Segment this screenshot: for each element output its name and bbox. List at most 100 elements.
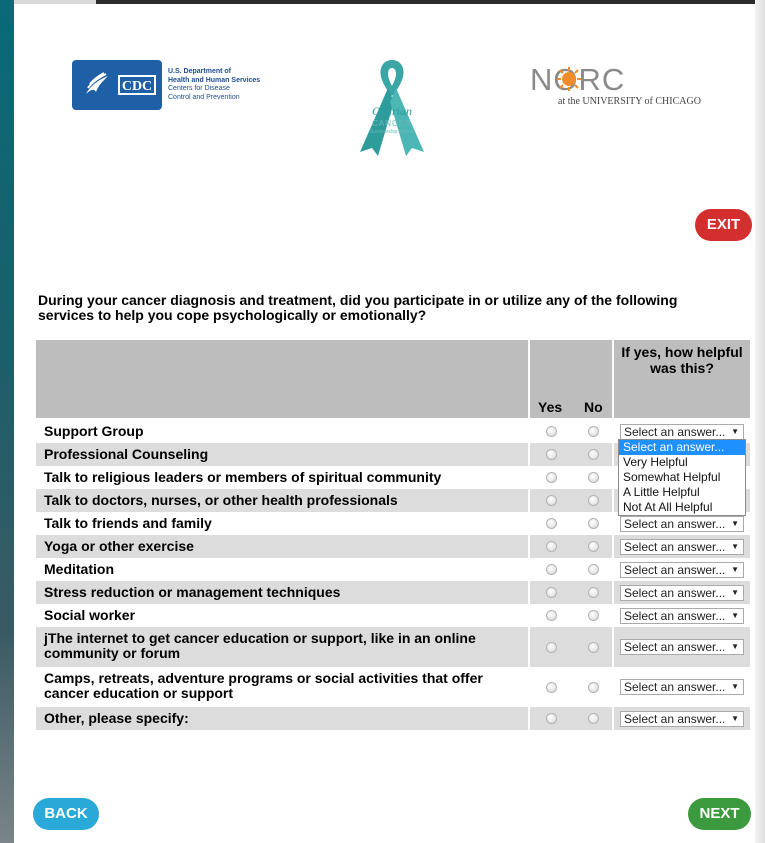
service-label: Other, please specify:	[44, 710, 189, 726]
service-cell: Talk to religious leaders or members of …	[36, 466, 528, 489]
select-value: Select an answer...	[624, 563, 726, 577]
service-label: jThe internet to get cancer education or…	[44, 630, 476, 661]
service-cell: Yoga or other exercise	[36, 535, 528, 558]
helpfulness-cell: Select an answer... ▼	[614, 581, 750, 604]
service-cell: jThe internet to get cancer education or…	[36, 627, 528, 667]
service-cell: Camps, retreats, adventure programs or s…	[36, 667, 528, 707]
ribbon-caption: Survivorship Survey	[369, 129, 415, 135]
no-radio[interactable]	[588, 426, 599, 437]
helpfulness-select[interactable]: Select an answer... ▼	[620, 608, 744, 624]
ribbon-title: Ovarian	[372, 104, 412, 118]
yes-no-cell	[530, 466, 612, 489]
service-label: Social worker	[44, 607, 136, 623]
helpfulness-select[interactable]: Select an answer... ▼	[620, 539, 744, 555]
no-radio[interactable]	[588, 682, 599, 693]
chevron-down-icon: ▼	[731, 714, 739, 723]
header-blank	[530, 340, 612, 396]
helpfulness-select[interactable]: Select an answer... ▼	[620, 585, 744, 601]
yes-radio[interactable]	[546, 472, 557, 483]
yes-column-header: Yes	[538, 399, 563, 415]
yes-radio[interactable]	[546, 518, 557, 529]
yes-radio[interactable]	[546, 564, 557, 575]
yes-no-header: Yes No	[530, 396, 612, 418]
service-cell: Support Group	[36, 420, 528, 443]
helpfulness-select[interactable]: Select an answer... ▼	[620, 516, 744, 532]
question-text: During your cancer diagnosis and treatme…	[38, 292, 678, 323]
service-label: Camps, retreats, adventure programs or s…	[44, 670, 483, 701]
yes-no-cell	[530, 558, 612, 581]
cdc-logo: CDC U.S. Department of Health and Human …	[72, 60, 272, 110]
next-button[interactable]: NEXT	[688, 798, 751, 830]
service-label: Talk to doctors, nurses, or other health…	[44, 492, 398, 508]
service-label: Talk to religious leaders or members of …	[44, 469, 442, 485]
chevron-down-icon: ▼	[731, 427, 739, 436]
service-label: Talk to friends and family	[44, 515, 212, 531]
select-value: Select an answer...	[624, 609, 726, 623]
norc-sun-icon	[557, 67, 581, 91]
yes-radio[interactable]	[546, 682, 557, 693]
no-radio[interactable]	[588, 564, 599, 575]
yes-radio[interactable]	[546, 587, 557, 598]
norc-university-text: at the UNIVERSITY of CHICAGO	[558, 96, 701, 107]
norc-logo: NORC at the UNIVERSITY of CHICAGO	[530, 62, 720, 112]
no-radio[interactable]	[588, 713, 599, 724]
service-label: Meditation	[44, 561, 114, 577]
select-value: Select an answer...	[624, 517, 726, 531]
yes-no-cell	[530, 420, 612, 443]
yes-radio[interactable]	[546, 495, 557, 506]
yes-radio[interactable]	[546, 541, 557, 552]
no-radio[interactable]	[588, 518, 599, 529]
chevron-down-icon: ▼	[731, 611, 739, 620]
no-radio[interactable]	[588, 587, 599, 598]
service-cell: Talk to doctors, nurses, or other health…	[36, 489, 528, 512]
chevron-down-icon: ▼	[731, 642, 739, 651]
service-cell: Social worker	[36, 604, 528, 627]
back-button[interactable]: BACK	[33, 798, 99, 830]
helpfulness-cell: Select an answer... ▼	[614, 604, 750, 627]
yes-radio[interactable]	[546, 610, 557, 621]
select-value: Select an answer...	[624, 640, 726, 654]
hhs-text: U.S. Department of Health and Human Serv…	[168, 68, 261, 101]
helpfulness-cell: Select an answer... ▼	[614, 558, 750, 581]
ovarian-cancer-survey-logo: Ovarian CANCER Survivorship Survey	[352, 56, 432, 160]
service-cell: Talk to friends and family	[36, 512, 528, 535]
helpfulness-cell: Select an answer... ▼	[614, 707, 750, 730]
helpfulness-select[interactable]: Select an answer... ▼	[620, 711, 744, 727]
exit-button[interactable]: EXIT	[695, 209, 752, 241]
no-radio[interactable]	[588, 610, 599, 621]
ribbon-subtitle: CANCER	[372, 119, 412, 128]
select-value: Select an answer...	[624, 712, 726, 726]
select-value: Select an answer...	[624, 586, 726, 600]
yes-radio[interactable]	[546, 426, 557, 437]
service-cell: Other, please specify:	[36, 707, 528, 730]
chevron-down-icon: ▼	[731, 588, 739, 597]
yes-radio[interactable]	[546, 449, 557, 460]
helpfulness-select[interactable]: Select an answer... ▼	[620, 639, 744, 655]
chevron-down-icon: ▼	[731, 682, 739, 691]
helpfulness-select[interactable]: Select an answer... ▼	[620, 562, 744, 578]
cdc-badge: CDC	[72, 60, 162, 110]
helpfulness-select[interactable]: Select an answer... ▼	[620, 424, 744, 440]
dropdown-option[interactable]: Very Helpful	[619, 455, 745, 470]
no-radio[interactable]	[588, 472, 599, 483]
table-row: jThe internet to get cancer education or…	[36, 627, 750, 667]
dropdown-option[interactable]: Somewhat Helpful	[619, 470, 745, 485]
no-radio[interactable]	[588, 495, 599, 506]
no-radio[interactable]	[588, 541, 599, 552]
helpfulness-dropdown-list[interactable]: Select an answer... Very Helpful Somewha…	[618, 439, 746, 516]
no-radio[interactable]	[588, 642, 599, 653]
service-cell: Professional Counseling	[36, 443, 528, 466]
helpfulness-select[interactable]: Select an answer... ▼	[620, 679, 744, 695]
cdc-text: CDC	[118, 75, 156, 95]
dropdown-option[interactable]: A Little Helpful	[619, 485, 745, 500]
table-header-row: If yes, how helpful was this?	[36, 340, 750, 396]
dropdown-option[interactable]: Not At All Helpful	[619, 500, 745, 515]
yes-radio[interactable]	[546, 713, 557, 724]
dropdown-option[interactable]: Select an answer...	[619, 440, 745, 455]
header-blank	[614, 396, 750, 418]
no-radio[interactable]	[588, 449, 599, 460]
helpfulness-cell: Select an answer... ▼	[614, 535, 750, 558]
helpfulness-cell: Select an answer... ▼	[614, 627, 750, 667]
yes-no-cell	[530, 489, 612, 512]
yes-radio[interactable]	[546, 642, 557, 653]
